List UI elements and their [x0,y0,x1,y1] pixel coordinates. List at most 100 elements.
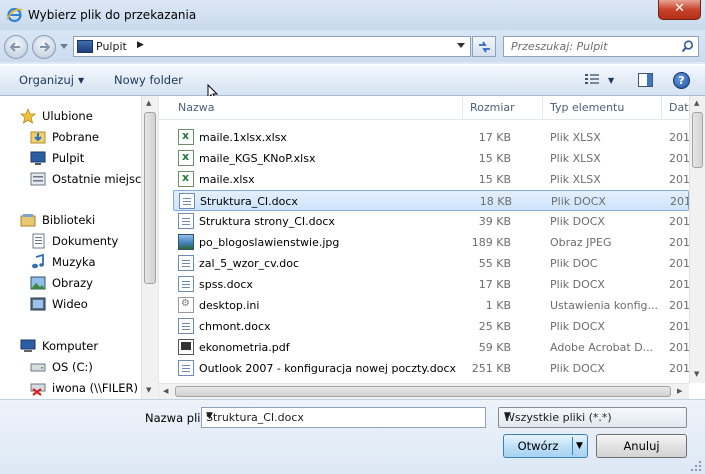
address-bar[interactable]: Pulpit ▶ [73,36,471,57]
file-size: 15 KB [478,173,511,186]
file-type: Ustawienia konfig... [550,299,659,312]
scroll-up-icon[interactable]: ▲ [146,99,151,107]
scroll-down-icon[interactable]: ▼ [146,386,151,394]
open-button-label: Otwórz [517,439,559,453]
chevron-down-icon[interactable]: ▼ [504,411,681,421]
sidebar-item-pictures[interactable]: Obrazy [0,273,157,293]
sidebar-item-label: Biblioteki [42,213,96,227]
file-list-vertical-scrollbar[interactable]: ▲ ▼ [689,96,705,383]
sidebar-item-label: iwona (\\FILER) ( [52,381,147,395]
sidebar-item-label: Komputer [42,339,99,353]
resize-grip-icon[interactable] [690,460,702,472]
toolbar: Organizuj ▼ Nowy folder ▼ ? [0,64,705,96]
file-date: 201 [669,362,690,375]
back-button[interactable] [4,35,28,59]
file-row[interactable]: zal_5_wzor_cv.doc 55 KB Plik DOC 201 [173,253,690,274]
sidebar-item-desktop[interactable]: Pulpit [0,148,157,168]
filename-field[interactable]: Struktura_CI.docx ▼ [201,407,486,428]
file-row[interactable]: chmont.docx 25 KB Plik DOCX 201 [173,316,690,337]
file-row[interactable]: maile.1xlsx.xlsx 17 KB Plik XLSX 201 [173,127,690,148]
refresh-button[interactable] [472,36,496,57]
file-row[interactable]: Struktura strony_CI.docx 39 KB Plik DOCX 20… [173,211,690,232]
jpg-file-icon [178,234,194,250]
file-list-horizontal-scrollbar[interactable]: ◀ ▶ [159,383,689,399]
chevron-down-icon[interactable] [457,43,465,49]
file-type: Plik DOCX [550,278,605,291]
navigation-pane-scrollbar[interactable]: ▲ ▼ [141,96,158,399]
file-row[interactable]: spss.docx 17 KB Plik DOCX 201 [173,274,690,295]
search-box[interactable]: Przeszukaj: Pulpit [503,36,699,57]
sidebar-item-computer[interactable]: Komputer [0,336,157,356]
libraries-icon [20,214,36,227]
sidebar-item-favorites[interactable]: Ulubione [0,106,157,126]
close-button[interactable]: ✕ [658,0,701,20]
file-size: 17 KB [478,131,511,144]
sidebar-item-recent-places[interactable]: Ostatnie miejsca [0,169,157,189]
chevron-down-icon[interactable]: ▼ [576,435,583,457]
file-row[interactable]: ekonometria.pdf 59 KB Adobe Acrobat D... 20… [173,337,690,358]
bottom-panel: Nazwa pliku: Struktura_CI.docx ▼ Wszystk… [0,399,705,474]
scroll-left-icon[interactable]: ◀ [163,387,168,395]
column-header-row: Nazwa Rozmiar Typ elementu Dat [159,96,689,120]
file-name: Struktura_CI.docx [200,195,298,208]
chevron-right-icon[interactable]: ▶ [137,40,144,50]
sidebar-item-music[interactable]: Muzyka [0,252,157,272]
preview-pane-icon[interactable] [638,73,653,87]
file-size: 39 KB [478,215,511,228]
sidebar-item-label: Pobrane [52,130,99,144]
scroll-down-icon[interactable]: ▼ [694,370,699,378]
file-name: maile.1xlsx.xlsx [199,131,287,144]
cancel-button[interactable]: Anuluj [596,434,687,458]
views-dropdown-icon[interactable]: ▼ [608,76,614,85]
file-row[interactable]: maile.xlsx 15 KB Plik XLSX 201 [173,169,690,190]
scrollbar-thumb[interactable] [144,112,156,284]
sidebar-item-label: Muzyka [52,255,96,269]
sidebar-item-libraries[interactable]: Biblioteki [0,210,157,230]
xlsx-file-icon [178,150,194,166]
file-row[interactable]: Outlook 2007 - konfiguracja nowej poczty… [173,358,690,379]
ie-icon [6,7,23,23]
scroll-right-icon[interactable]: ▶ [677,387,682,395]
file-date: 201 [669,152,690,165]
file-row[interactable]: po_blogoslawienstwie.jpg 189 KB Obraz JPEG… [173,232,690,253]
navigation-pane: Ulubione Pobrane Pulpit Ostatnie miejsca… [0,96,158,399]
sidebar-item-downloads[interactable]: Pobrane [0,127,157,147]
scrollbar-thumb[interactable] [175,386,671,397]
file-date: 201 [669,320,690,333]
doc-file-icon [178,318,194,334]
sidebar-item-drive-c[interactable]: OS (C:) [0,357,157,377]
scroll-up-icon[interactable]: ▲ [694,99,699,107]
forward-button[interactable] [32,35,56,59]
sidebar-item-video[interactable]: Wideo [0,294,157,314]
column-header-name[interactable]: Nazwa [178,101,214,114]
ini-file-icon [178,297,194,313]
file-row[interactable]: desktop.ini 1 KB Ustawienia konfig... 201 [173,295,690,316]
file-date: 201 [669,236,690,249]
sidebar-item-documents[interactable]: Dokumenty [0,231,157,251]
doc-file-icon [178,360,194,376]
file-type-filter[interactable]: Wszystkie pliki (*.*) ▼ [498,407,687,428]
open-button[interactable]: Otwórz ▼ [503,434,588,458]
sidebar-item-label: Wideo [52,297,88,311]
sidebar-item-network-drive[interactable]: iwona (\\FILER) ( [0,378,157,398]
organize-button[interactable]: Organizuj ▼ [19,73,84,87]
file-date: 201 [670,195,691,208]
search-input[interactable]: Przeszukaj: Pulpit [511,40,608,53]
search-icon[interactable] [681,40,694,53]
file-type: Obraz JPEG [550,236,612,249]
new-folder-button[interactable]: Nowy folder [114,73,183,87]
file-row[interactable]: Struktura_CI.docx 18 KB Plik DOCX 201 [173,190,691,211]
column-header-date[interactable]: Dat [669,101,689,114]
file-row[interactable]: maile_KGS_KNoP.xlsx 15 KB Plik XLSX 201 [173,148,690,169]
chevron-down-icon[interactable]: ▼ [206,411,480,421]
column-header-size[interactable]: Rozmiar [470,101,515,114]
file-date: 201 [669,299,690,312]
recent-pages-dropdown[interactable] [60,44,68,50]
scrollbar-thumb[interactable] [692,112,703,168]
refresh-icon [479,41,490,53]
column-header-type[interactable]: Typ elementu [550,101,624,114]
view-list-icon[interactable] [585,73,599,86]
help-icon[interactable]: ? [673,72,690,89]
xlsx-file-icon [178,171,194,187]
address-location[interactable]: Pulpit [96,40,127,53]
